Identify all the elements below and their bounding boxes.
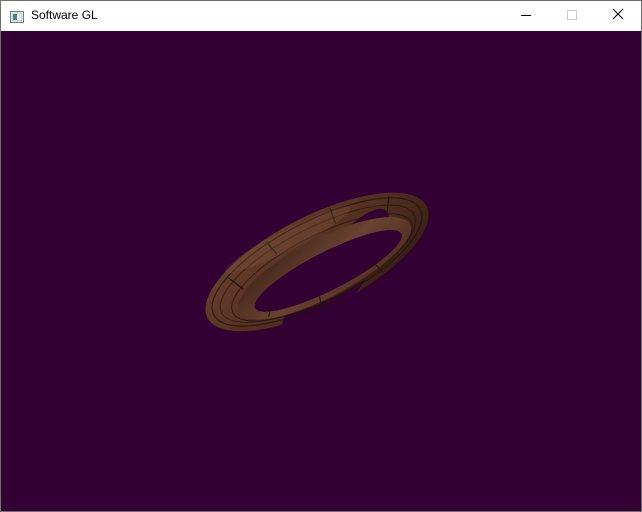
close-icon [612,7,624,25]
window-title: Software GL [31,8,98,22]
app-window: Software GL [0,0,642,512]
render-surface [1,31,641,511]
minimize-button[interactable] [503,1,549,31]
maximize-icon [567,7,577,25]
close-button[interactable] [595,1,641,31]
maximize-button[interactable] [549,1,595,31]
app-window-icon [10,10,24,23]
title-bar[interactable]: Software GL [1,1,641,31]
gl-viewport[interactable] [1,31,641,511]
minimize-icon [521,7,531,25]
